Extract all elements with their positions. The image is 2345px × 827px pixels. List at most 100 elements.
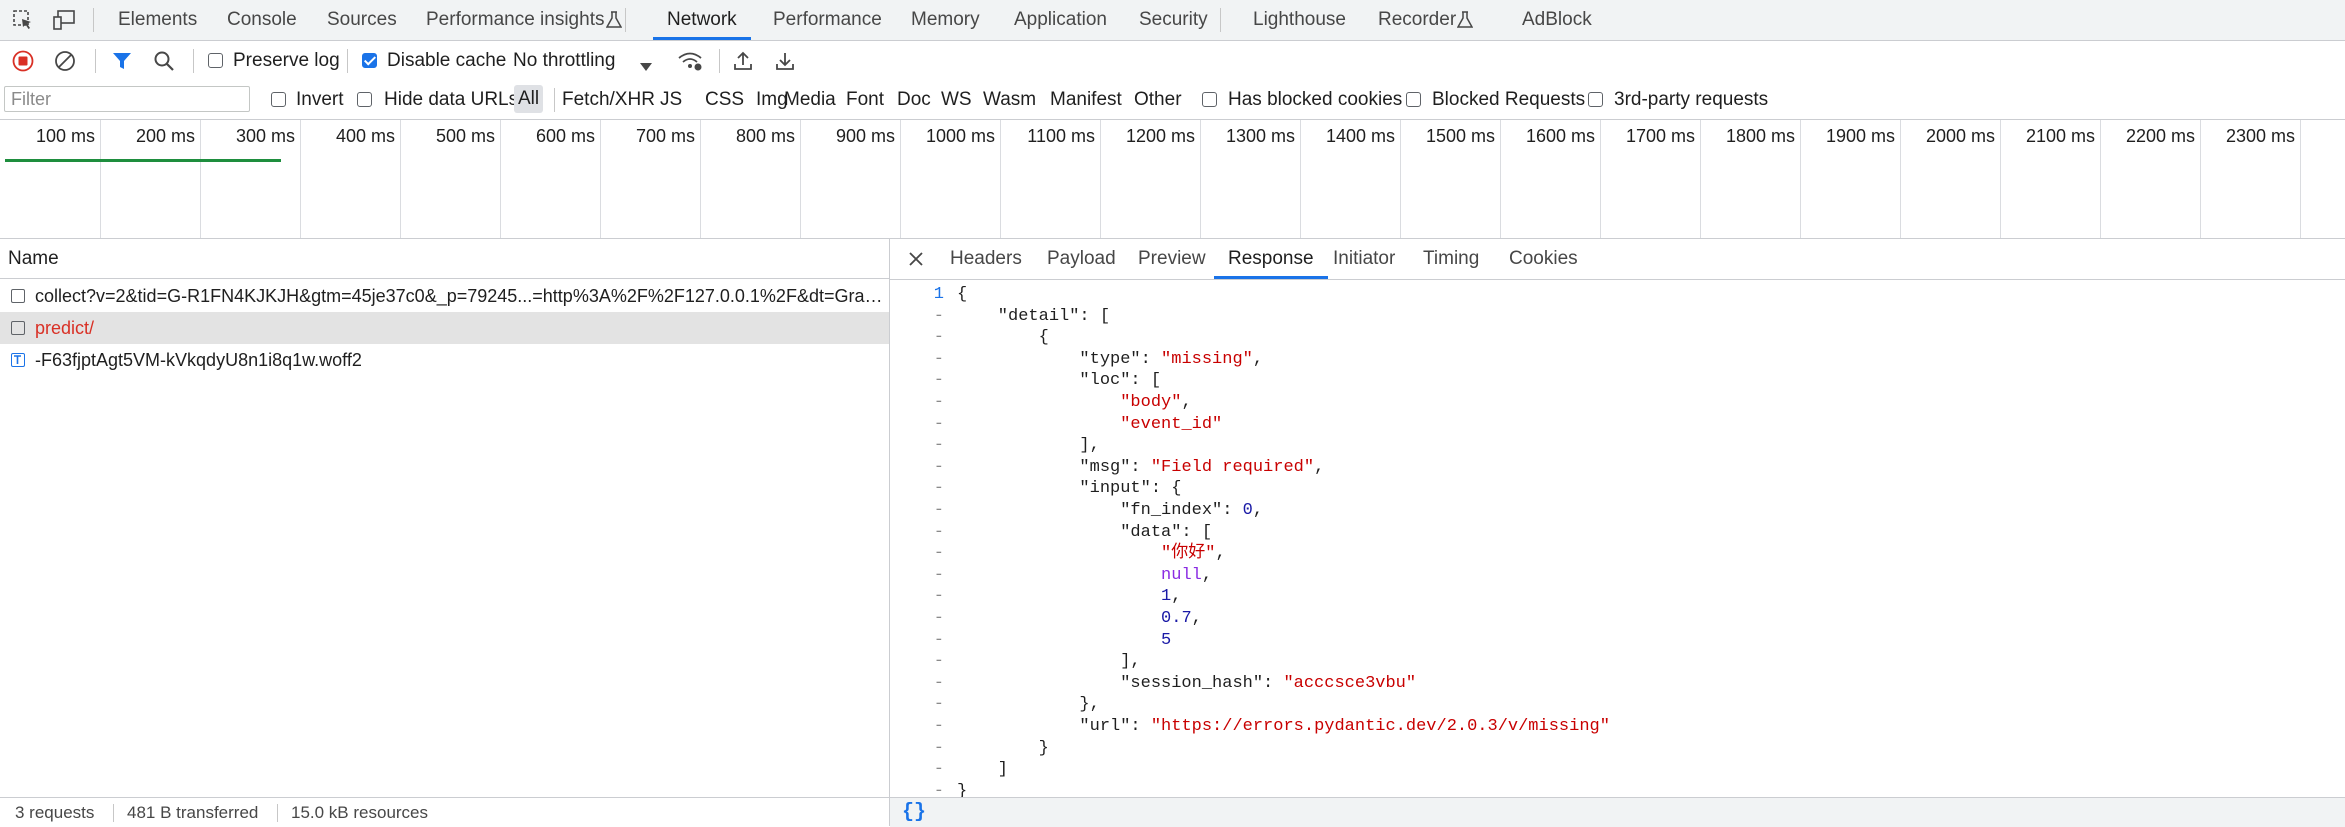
request-name[interactable]: -F63fjptAgt5VM-kVkqdyU8n1i8q1w.woff2 <box>35 344 883 376</box>
filter-type-doc[interactable]: Doc <box>897 80 931 119</box>
inspect-element-icon[interactable] <box>12 9 34 37</box>
detail-tab-payload[interactable]: Payload <box>1047 239 1116 279</box>
line-number: - <box>933 328 944 348</box>
divider <box>277 804 278 822</box>
detail-tab-initiator[interactable]: Initiator <box>1333 239 1395 279</box>
filter-type-fetch-xhr[interactable]: Fetch/XHR <box>562 80 655 119</box>
filter-type-css[interactable]: CSS <box>705 80 744 119</box>
record-stop-icon[interactable] <box>12 50 34 78</box>
preserve-log-label: Preserve log <box>233 50 340 71</box>
line-number: - <box>933 544 944 564</box>
code-line: - "url": "https://errors.pydantic.dev/2.… <box>890 716 2345 738</box>
tab-sources[interactable]: Sources <box>327 0 397 40</box>
line-number: - <box>933 587 944 607</box>
name-column-header[interactable]: Name <box>0 239 889 279</box>
hide-data-urls-checkbox[interactable] <box>357 92 372 107</box>
tab-performance[interactable]: Performance <box>773 0 882 40</box>
invert-checkbox[interactable] <box>271 92 286 107</box>
import-har-icon[interactable] <box>732 50 754 78</box>
filter-type-all[interactable]: All <box>514 85 544 113</box>
request-row[interactable]: -F63fjptAgt5VM-kVkqdyU8n1i8q1w.woff2 <box>0 344 889 376</box>
timeline-overview[interactable]: 100 ms 200 ms 300 ms 400 ms 500 ms 600 ms 700 … <box>0 120 2345 239</box>
code-token: 0 <box>1242 501 1253 520</box>
close-icon[interactable] <box>908 251 924 273</box>
filter-type-img[interactable]: Img <box>756 80 788 119</box>
tab-performance-insights[interactable]: Performance insights <box>426 0 604 40</box>
experiment-flask-icon <box>605 11 623 35</box>
tab-recorder[interactable]: Recorder <box>1378 0 1456 40</box>
code-text: "loc": [ <box>957 370 1161 392</box>
line-number: - <box>933 371 944 391</box>
filter-type-media[interactable]: Media <box>784 80 836 119</box>
detail-tab-timing[interactable]: Timing <box>1423 239 1479 279</box>
detail-tab-headers[interactable]: Headers <box>950 239 1022 279</box>
tab-elements[interactable]: Elements <box>118 0 197 40</box>
line-number: - <box>933 565 944 585</box>
code-line: - "event_id" <box>890 414 2345 436</box>
code-text: { <box>957 327 1049 349</box>
code-text: } <box>957 781 967 797</box>
clear-icon[interactable] <box>54 50 76 78</box>
filter-type-ws[interactable]: WS <box>941 80 972 119</box>
blocked-requests-checkbox[interactable] <box>1406 92 1421 107</box>
response-viewer[interactable]: 1{- "detail": [- {- "type": "missing", - … <box>890 280 2345 797</box>
request-row[interactable]: collect?v=2&tid=G-R1FN4KJKJH&gtm=45je37c… <box>0 280 889 312</box>
filter-input[interactable] <box>4 86 250 112</box>
divider <box>93 8 94 32</box>
code-line: -} <box>890 781 2345 797</box>
divider <box>1220 8 1221 32</box>
filter-type-js[interactable]: JS <box>660 80 682 119</box>
detail-tab-response[interactable]: Response <box>1214 239 1328 279</box>
detail-tab-cookies[interactable]: Cookies <box>1509 239 1578 279</box>
filter-type-wasm[interactable]: Wasm <box>983 80 1036 119</box>
pretty-print-icon[interactable]: {} <box>902 801 926 824</box>
tab-security[interactable]: Security <box>1139 0 1208 40</box>
search-icon[interactable] <box>153 50 175 78</box>
code-line: - ], <box>890 651 2345 673</box>
divider <box>95 49 96 73</box>
code-token: , <box>1171 587 1182 607</box>
code-token: } <box>957 738 1049 758</box>
code-text: "msg": "Field required", <box>957 457 1324 479</box>
code-text: "event_id" <box>957 414 1222 436</box>
tab-lighthouse[interactable]: Lighthouse <box>1253 0 1346 40</box>
tab-memory[interactable]: Memory <box>911 0 980 40</box>
tab-network[interactable]: Network <box>653 0 751 40</box>
code-token: "url": <box>957 717 1151 736</box>
tab-console[interactable]: Console <box>227 0 297 40</box>
request-row[interactable]: predict/ <box>0 312 889 344</box>
filter-type-other[interactable]: Other <box>1134 80 1182 119</box>
code-text: 1, <box>957 586 1181 608</box>
device-toolbar-icon[interactable] <box>53 9 77 37</box>
line-number: - <box>933 652 944 672</box>
code-line: - "data": [ <box>890 522 2345 544</box>
tab-application[interactable]: Application <box>1014 0 1107 40</box>
filter-type-manifest[interactable]: Manifest <box>1050 80 1122 119</box>
has-blocked-cookies-checkbox[interactable] <box>1202 92 1217 107</box>
requests-pane: Name collect?v=2&tid=G-R1FN4KJKJH&gtm=45… <box>0 239 890 827</box>
network-conditions-icon[interactable] <box>677 50 703 78</box>
detail-tab-preview[interactable]: Preview <box>1138 239 1206 279</box>
code-line: 1{ <box>890 284 2345 306</box>
line-number: - <box>933 717 944 736</box>
disable-cache-checkbox[interactable] <box>362 53 377 68</box>
chevron-down-icon[interactable] <box>639 56 653 78</box>
preserve-log-checkbox[interactable] <box>208 53 223 68</box>
filter-type-font[interactable]: Font <box>846 80 884 119</box>
export-har-icon[interactable] <box>774 50 796 78</box>
third-party-checkbox[interactable] <box>1588 92 1603 107</box>
throttling-select[interactable]: No throttling <box>513 41 615 80</box>
filter-icon[interactable] <box>111 50 133 78</box>
line-number: 1 <box>933 285 944 304</box>
code-token: "Field required" <box>1150 457 1315 477</box>
request-name[interactable]: predict/ <box>35 312 883 344</box>
code-text: "detail": [ <box>957 306 1110 328</box>
request-detail-pane: Headers Payload Preview Response Initiator Ti… <box>890 239 2345 827</box>
tab-adblock[interactable]: AdBlock <box>1522 0 1592 40</box>
request-name[interactable]: collect?v=2&tid=G-R1FN4KJKJH&gtm=45je37c… <box>35 280 883 312</box>
response-footer: {} <box>890 797 2345 827</box>
